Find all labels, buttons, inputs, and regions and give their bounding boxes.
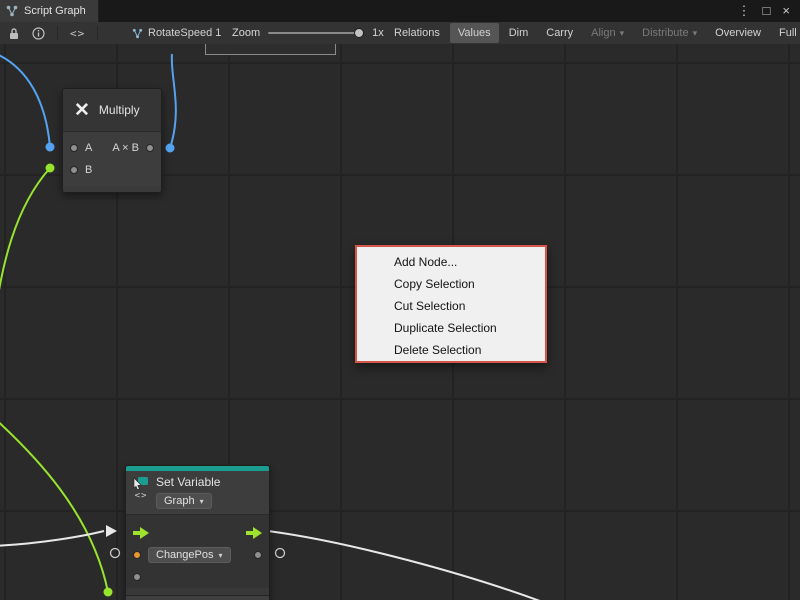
- tab-script-graph[interactable]: Script Graph: [0, 0, 99, 22]
- variable-output-port[interactable]: [254, 551, 262, 559]
- window-close-icon[interactable]: ×: [782, 0, 790, 22]
- multiply-node-title: Multiply: [99, 103, 140, 117]
- output-port-label: A × B: [112, 142, 139, 154]
- context-menu-item-add-node[interactable]: Add Node...: [357, 251, 545, 273]
- graph-breadcrumb[interactable]: RotateSpeed 1: [132, 22, 221, 44]
- tab-bar: Script Graph ⋮ □ ×: [0, 0, 800, 23]
- toolbar-divider: [57, 26, 58, 40]
- distribute-button[interactable]: Distribute ▾: [634, 23, 705, 43]
- multiply-node-body: A A × B B: [63, 132, 161, 187]
- toolbar-divider: [97, 26, 98, 40]
- zoom-control: Zoom 1x: [232, 22, 384, 44]
- set-variable-icon: [133, 476, 149, 490]
- zoom-slider[interactable]: [268, 32, 364, 34]
- variable-name-dropdown[interactable]: ChangePos ▾: [148, 547, 231, 563]
- set-variable-header[interactable]: <> Set Variable Graph ▾: [126, 471, 269, 515]
- caret-down-icon: ▾: [219, 551, 223, 560]
- set-variable-text-column: Set Variable Graph ▾: [156, 476, 220, 509]
- set-variable-node[interactable]: <> Set Variable Graph ▾: [125, 465, 270, 600]
- variable-name-row: ChangePos ▾: [126, 544, 269, 566]
- flow-output-arrow-icon[interactable]: [246, 527, 262, 539]
- multiply-node-header[interactable]: ✕ Multiply: [63, 89, 161, 132]
- extra-port-row: [126, 566, 269, 588]
- carry-button[interactable]: Carry: [538, 23, 581, 43]
- fullscreen-button[interactable]: Full Screen: [771, 23, 800, 43]
- flow-port-row: [126, 522, 269, 544]
- caret-down-icon: ▾: [620, 28, 625, 38]
- align-button[interactable]: Align ▾: [583, 23, 632, 43]
- context-menu: Add Node... Copy Selection Cut Selection…: [355, 245, 547, 363]
- graph-name-label: RotateSpeed 1: [148, 27, 221, 39]
- context-menu-item-copy-selection[interactable]: Copy Selection: [357, 273, 545, 295]
- distribute-button-label: Distribute: [642, 27, 688, 39]
- code-view-icon[interactable]: <>: [70, 27, 85, 40]
- window-menu-icon[interactable]: ⋮: [738, 0, 751, 22]
- dim-button[interactable]: Dim: [501, 23, 537, 43]
- flow-input-arrow-icon[interactable]: [133, 527, 149, 539]
- values-button[interactable]: Values: [450, 23, 499, 43]
- window-controls: ⋮ □ ×: [738, 0, 800, 22]
- input-port-a[interactable]: [70, 144, 78, 152]
- variable-name-value: ChangePos: [156, 549, 214, 561]
- set-variable-title: Set Variable: [156, 476, 220, 489]
- multiply-node[interactable]: ✕ Multiply A A × B B: [62, 88, 162, 193]
- multiply-icon: ✕: [74, 101, 90, 120]
- multiply-port-row-a: A A × B: [63, 137, 161, 159]
- zoom-value: 1x: [372, 27, 384, 39]
- align-button-label: Align: [591, 27, 615, 39]
- graph-mini-icon: [132, 28, 143, 39]
- set-variable-icon-column: <>: [132, 476, 150, 501]
- context-menu-item-cut-selection[interactable]: Cut Selection: [357, 295, 545, 317]
- lock-icon[interactable]: [8, 27, 20, 40]
- output-port[interactable]: [146, 144, 154, 152]
- zoom-slider-knob[interactable]: [354, 28, 364, 38]
- zoom-label: Zoom: [232, 27, 260, 39]
- info-icon[interactable]: [32, 27, 45, 40]
- variable-scope-value: Graph: [164, 495, 195, 507]
- overview-button[interactable]: Overview: [707, 23, 769, 43]
- input-port-b[interactable]: [70, 166, 78, 174]
- relations-button[interactable]: Relations: [386, 23, 448, 43]
- toolbar-buttons: Relations Values Dim Carry Align ▾ Distri…: [386, 22, 800, 44]
- caret-down-icon: ▾: [200, 497, 204, 506]
- set-variable-footer: [126, 595, 269, 600]
- fallback-input-port[interactable]: [133, 573, 141, 581]
- variable-code-icon: <>: [135, 491, 148, 501]
- script-graph-icon: [6, 5, 18, 17]
- graph-toolbar: <> RotateSpeed 1 Zoom 1x Relations Value…: [0, 22, 800, 45]
- tab-title: Script Graph: [24, 5, 86, 17]
- partial-node[interactable]: [205, 44, 336, 55]
- unity-script-graph-window: Script Graph ⋮ □ × <>: [0, 0, 800, 600]
- context-menu-item-duplicate-selection[interactable]: Duplicate Selection: [357, 317, 545, 339]
- variable-input-port[interactable]: [133, 551, 141, 559]
- caret-down-icon: ▾: [693, 28, 698, 38]
- toolbar-left-icons: <>: [0, 22, 98, 44]
- multiply-port-row-b: B: [63, 159, 161, 181]
- variable-scope-dropdown[interactable]: Graph ▾: [156, 493, 212, 509]
- window-maximize-icon[interactable]: □: [763, 0, 771, 22]
- input-port-a-label: A: [85, 142, 92, 154]
- input-port-b-label: B: [85, 164, 92, 176]
- graph-canvas[interactable]: ✕ Multiply A A × B B: [0, 44, 800, 600]
- set-variable-body: ChangePos ▾: [126, 515, 269, 588]
- context-menu-item-delete-selection[interactable]: Delete Selection: [357, 339, 545, 361]
